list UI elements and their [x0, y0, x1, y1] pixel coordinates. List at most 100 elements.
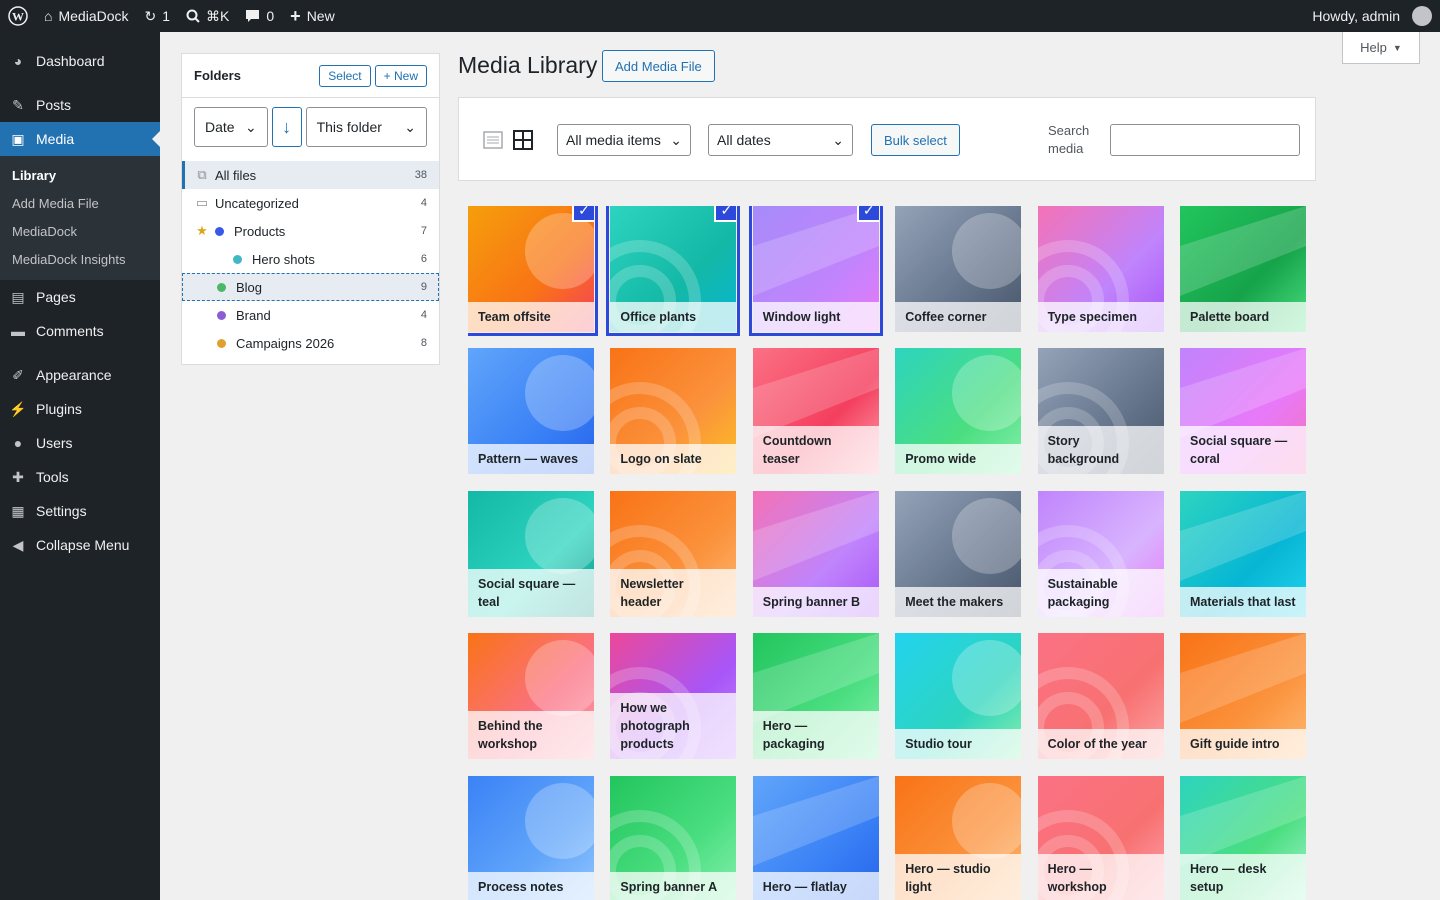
wordpress-logo-icon[interactable]: W	[0, 0, 36, 32]
search-shortcut[interactable]: ⌘K	[178, 0, 237, 32]
comments-link[interactable]: 0	[237, 0, 282, 32]
folder-blog[interactable]: Blog 9	[182, 273, 439, 301]
media-tile[interactable]: Color of the year	[1037, 633, 1164, 760]
media-tile[interactable]: How we photograph products	[610, 633, 737, 760]
new-content-link[interactable]: + New	[282, 0, 343, 32]
media-tile[interactable]: Coffee corner	[895, 206, 1022, 332]
folder-all-files[interactable]: ⧉ All files 38	[182, 161, 439, 189]
media-tile[interactable]: Hero — workshop	[1037, 775, 1164, 900]
media-tile[interactable]: Promo wide	[895, 348, 1022, 475]
media-tile[interactable]: Window light ✓	[748, 206, 883, 336]
folder-uncategorized[interactable]: ▭ Uncategorized 4	[182, 189, 439, 217]
checkmark-icon[interactable]: ✓	[714, 206, 737, 222]
media-tile[interactable]: Sustainable packaging	[1037, 490, 1164, 617]
sort-select[interactable]: Date ⌄	[194, 107, 268, 147]
folder-campaigns-2026[interactable]: Campaigns 2026 8	[182, 329, 439, 357]
search-label: Search media	[1048, 123, 1090, 156]
folders-select-button[interactable]: Select	[319, 64, 371, 87]
submenu-mediadock-insights[interactable]: MediaDock Insights	[0, 246, 160, 274]
media-tile[interactable]: Gift guide intro	[1180, 633, 1306, 760]
media-title: Social square — coral	[1180, 426, 1306, 475]
media-tile[interactable]: Meet the makers	[895, 490, 1022, 617]
media-tile[interactable]: Behind the workshop	[468, 633, 594, 760]
submenu-mediadock[interactable]: MediaDock	[0, 218, 160, 246]
media-title: Hero — desk setup	[1180, 853, 1306, 900]
add-media-file-button[interactable]: Add Media File	[602, 50, 715, 82]
media-grid: Team offsite ✓ Office plants ✓ Window light ✓…	[468, 206, 1306, 900]
folder-icon: ▭	[195, 195, 209, 210]
media-title: Story background	[1037, 426, 1164, 475]
media-tile[interactable]: Logo on slate	[610, 348, 737, 475]
media-tile[interactable]: Materials that last	[1180, 490, 1306, 617]
menu-media[interactable]: ▣ Media	[0, 122, 160, 156]
files-icon: ⧉	[197, 167, 207, 182]
menu-users[interactable]: ● Users	[0, 426, 160, 460]
media-tile[interactable]: Spring banner A	[610, 775, 737, 900]
comment-icon	[246, 10, 260, 22]
search-input[interactable]	[1110, 124, 1300, 156]
media-tile[interactable]: Hero — studio light	[895, 775, 1022, 900]
chevron-down-icon: ⌄	[670, 131, 682, 148]
menu-dashboard[interactable]: ◕ Dashboard	[0, 44, 160, 78]
search-icon	[186, 9, 200, 23]
media-title: Behind the workshop	[468, 711, 594, 760]
folder-color-dot	[217, 310, 226, 320]
new-folder-button[interactable]: + New	[374, 64, 427, 87]
help-tab[interactable]: Help ▼	[1342, 32, 1420, 64]
media-tile[interactable]: Hero — packaging	[752, 633, 879, 760]
list-view-icon[interactable]	[483, 130, 503, 150]
wrench-icon: ✚	[12, 468, 24, 485]
media-tile[interactable]: Process notes	[468, 775, 594, 900]
grid-view-icon[interactable]	[513, 130, 533, 150]
submenu-library[interactable]: Library	[0, 162, 160, 190]
folder-hero-shots[interactable]: Hero shots 6	[182, 245, 439, 273]
folder-color-dot	[217, 282, 226, 292]
menu-plugins[interactable]: ⚡ Plugins	[0, 392, 160, 426]
menu-settings[interactable]: ▦ Settings	[0, 494, 160, 528]
folder-brand[interactable]: Brand 4	[182, 301, 439, 329]
media-tile[interactable]: Hero — desk setup	[1180, 775, 1306, 900]
media-tile[interactable]: Office plants ✓	[606, 206, 741, 336]
media-icon: ▣	[11, 130, 25, 147]
menu-tools[interactable]: ✚ Tools	[0, 460, 160, 494]
media-tile[interactable]: Social square — coral	[1180, 348, 1306, 475]
menu-collapse[interactable]: ◀ Collapse Menu	[0, 528, 160, 562]
media-title: Type specimen	[1037, 302, 1164, 332]
menu-pages[interactable]: ▤ Pages	[0, 280, 160, 314]
checkmark-icon[interactable]: ✓	[856, 206, 879, 222]
comment-icon: ▬	[11, 323, 25, 339]
search-shortcut-label: ⌘K	[206, 7, 230, 24]
submenu-add-media-file[interactable]: Add Media File	[0, 190, 160, 218]
checkmark-icon[interactable]: ✓	[572, 206, 594, 222]
media-tile[interactable]: Story background	[1037, 348, 1164, 475]
sort-direction-button[interactable]: ↓	[271, 107, 302, 147]
chevron-down-icon: ⌄	[404, 118, 416, 135]
media-tile[interactable]: Pattern — waves	[468, 348, 594, 475]
media-tile[interactable]: Newsletter header	[610, 490, 737, 617]
bulk-select-button[interactable]: Bulk select	[871, 124, 960, 156]
folder-products[interactable]: ★ Products 7	[182, 217, 439, 245]
menu-posts[interactable]: ✎ Posts	[0, 88, 160, 122]
scope-select[interactable]: This folder ⌄	[305, 107, 427, 147]
media-tile[interactable]: Hero — flatlay	[752, 775, 879, 900]
media-tile[interactable]: Social square — teal	[468, 490, 594, 617]
menu-label: Settings	[36, 503, 87, 519]
collapse-icon: ◀	[12, 536, 24, 553]
media-tile[interactable]: Spring banner B	[752, 490, 879, 617]
media-tile[interactable]: Studio tour	[895, 633, 1022, 760]
date-filter[interactable]: All dates ⌄	[708, 124, 853, 156]
menu-comments[interactable]: ▬ Comments	[0, 314, 160, 348]
media-tile[interactable]: Countdown teaser	[752, 348, 879, 475]
media-tile[interactable]: Palette board	[1180, 206, 1306, 332]
dashboard-icon: ◕	[13, 53, 23, 69]
menu-appearance[interactable]: ✐ Appearance	[0, 358, 160, 392]
account-menu[interactable]: Howdy, admin	[1304, 0, 1440, 32]
site-name-link[interactable]: ⌂ MediaDock	[36, 0, 137, 32]
media-title: Hero — studio light	[895, 853, 1022, 900]
media-tile[interactable]: Type specimen	[1037, 206, 1164, 332]
media-tile[interactable]: Team offsite ✓	[468, 206, 598, 336]
media-type-filter[interactable]: All media items ⌄	[557, 124, 691, 156]
updates-link[interactable]: ↻ 1	[137, 0, 179, 32]
help-label: Help	[1360, 40, 1387, 55]
brush-icon: ✐	[12, 366, 24, 383]
